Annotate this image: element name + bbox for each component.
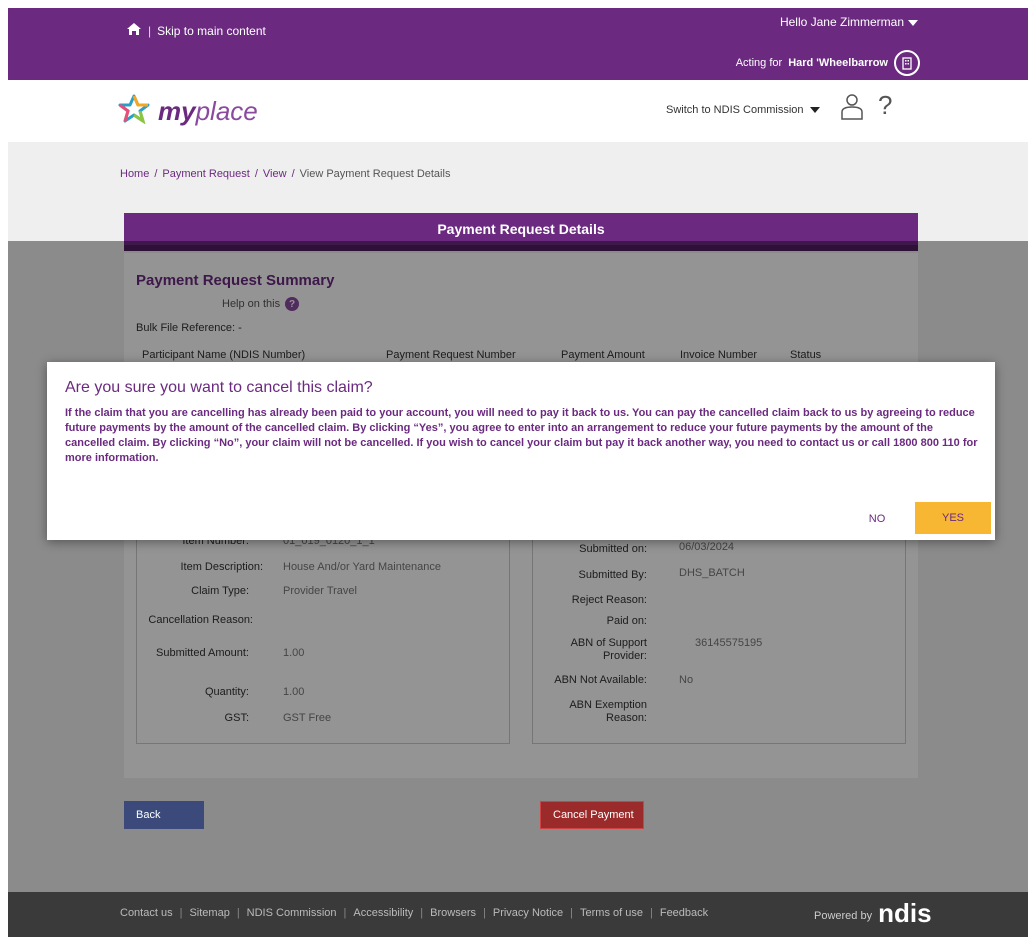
skip-link[interactable]: | Skip to main content: [126, 22, 266, 39]
chevron-down-icon[interactable]: [809, 104, 820, 116]
logo-star-icon: [116, 94, 152, 129]
footer-links: Contact us | Sitemap | NDIS Commission | Ac…: [120, 907, 709, 919]
back-button[interactable]: Back: [124, 801, 204, 829]
breadcrumb-current: View Payment Request Details: [299, 168, 451, 180]
footer-link-browsers[interactable]: Browsers: [430, 907, 476, 919]
footer-link-accessibility[interactable]: Accessibility: [353, 907, 413, 919]
footer-link-terms[interactable]: Terms of use: [580, 907, 643, 919]
breadcrumb-home[interactable]: Home: [120, 168, 149, 180]
acting-for: Acting for Hard 'Wheelbarrow: [736, 50, 920, 76]
footer-link-commission[interactable]: NDIS Commission: [247, 907, 337, 919]
yes-button[interactable]: YES: [915, 502, 991, 534]
switch-to-commission[interactable]: Switch to NDIS Commission: [666, 104, 820, 116]
logo-text: myplace: [158, 96, 258, 126]
footer: Contact us | Sitemap | NDIS Commission | Ac…: [8, 892, 1028, 937]
chevron-down-icon[interactable]: [908, 15, 918, 29]
footer-link-feedback[interactable]: Feedback: [660, 907, 708, 919]
cancel-claim-dialog: Are you sure you want to cancel this cla…: [47, 362, 995, 540]
ndis-logo: ndis: [878, 898, 932, 928]
dialog-title: Are you sure you want to cancel this cla…: [65, 379, 373, 396]
user-menu[interactable]: Hello Jane Zimmerman: [780, 15, 918, 29]
skip-link-label[interactable]: Skip to main content: [157, 24, 266, 38]
help-icon[interactable]: ?: [878, 90, 892, 121]
footer-link-contact[interactable]: Contact us: [120, 907, 173, 919]
greeting[interactable]: Hello Jane Zimmerman: [780, 15, 904, 29]
home-icon[interactable]: [126, 22, 142, 39]
breadcrumb-payment-request[interactable]: Payment Request: [162, 168, 249, 180]
dialog-message: If the claim that you are cancelling has…: [65, 407, 978, 464]
header: myplace Switch to NDIS Commission ?: [8, 80, 1028, 142]
user-profile-icon[interactable]: [840, 94, 864, 125]
powered-by: Powered by ndis: [814, 900, 932, 926]
building-switch-icon[interactable]: [894, 50, 920, 76]
modal-backdrop[interactable]: [8, 241, 1028, 892]
footer-link-privacy[interactable]: Privacy Notice: [493, 907, 563, 919]
acting-prefix: Acting for: [735, 57, 783, 69]
breadcrumb-view[interactable]: View: [263, 168, 287, 180]
footer-link-sitemap[interactable]: Sitemap: [189, 907, 229, 919]
acting-name: Hard 'Wheelbarrow: [788, 57, 888, 69]
no-button[interactable]: NO: [855, 504, 899, 534]
top-bar: | Skip to main content Hello Jane Zimmer…: [8, 8, 1028, 80]
myplace-logo[interactable]: myplace: [116, 94, 258, 129]
separator: |: [148, 23, 152, 38]
cancel-payment-button[interactable]: Cancel Payment: [540, 801, 644, 829]
breadcrumb: Home / Payment Request / View / View Payment R…: [120, 168, 451, 180]
powered-by-label: Powered by: [814, 910, 873, 922]
switch-label[interactable]: Switch to NDIS Commission: [666, 104, 804, 116]
